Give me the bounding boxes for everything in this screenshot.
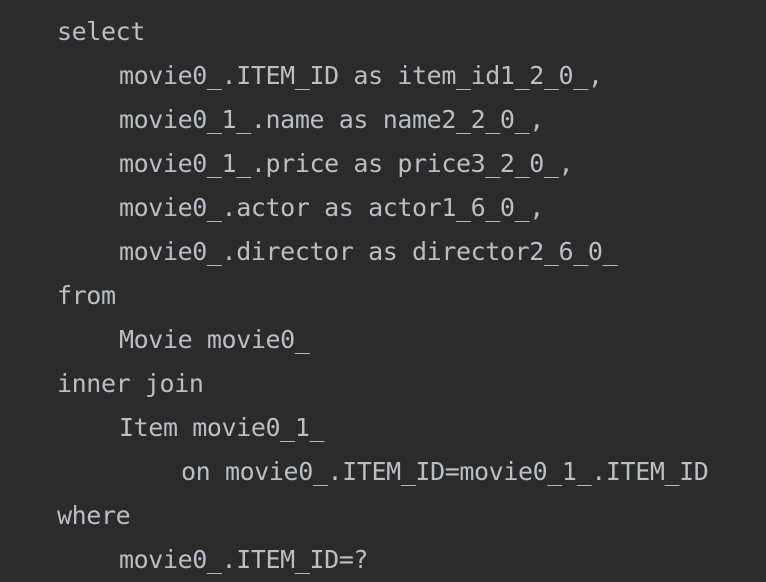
code-line-item-table: Item movie0_1_: [119, 413, 325, 442]
code-line-actor: movie0_.actor as actor1_6_0_,: [119, 193, 544, 222]
code-line-price: movie0_1_.price as price3_2_0_,: [119, 149, 574, 178]
code-line-select: select: [57, 17, 145, 46]
code-line-director: movie0_.director as director2_6_0_: [119, 237, 618, 266]
code-line-where: where: [57, 501, 131, 530]
code-line-from: from: [57, 281, 116, 310]
code-line-inner-join: inner join: [57, 369, 204, 398]
code-line-name: movie0_1_.name as name2_2_0_,: [119, 105, 544, 134]
code-line-join-condition: on movie0_.ITEM_ID=movie0_1_.ITEM_ID: [181, 457, 709, 486]
code-line-item-id: movie0_.ITEM_ID as item_id1_2_0_,: [119, 61, 603, 90]
code-editor: select movie0_.ITEM_ID as item_id1_2_0_,…: [0, 0, 766, 582]
code-line-where-condition: movie0_.ITEM_ID=?: [119, 545, 369, 574]
code-line-movie-table: Movie movie0_: [119, 325, 310, 354]
